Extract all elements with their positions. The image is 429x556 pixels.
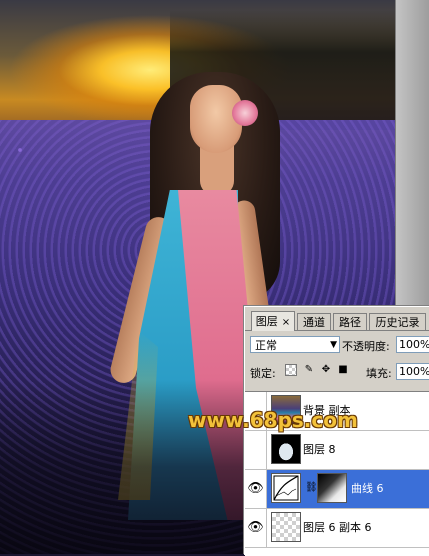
panel-tabs: 图层 × 通道 路径 历史记录 <box>245 311 429 331</box>
blend-mode-select[interactable]: 正常 ▼ <box>250 336 340 353</box>
watermark: www.68ps.com <box>188 408 358 432</box>
move-icon[interactable]: ✥ <box>320 364 332 376</box>
workspace-gray-area <box>396 0 429 305</box>
chevron-down-icon: ▼ <box>330 340 337 350</box>
tab-channels[interactable]: 通道 <box>297 313 331 331</box>
layer-thumbnail <box>271 434 301 464</box>
opacity-input[interactable]: 100% <box>396 336 429 353</box>
blend-mode-value: 正常 <box>255 339 277 352</box>
layer-mask-thumbnail[interactable] <box>317 473 347 503</box>
layer-name: 图层 8 <box>303 443 336 456</box>
layer-row[interactable]: ● 图层 8 <box>245 431 429 470</box>
opacity-label: 不透明度: <box>342 340 390 353</box>
tab-paths[interactable]: 路径 <box>333 313 367 331</box>
hair-flower <box>232 100 258 126</box>
layer-name: 曲线 6 <box>351 482 384 495</box>
tab-layers-label: 图层 <box>255 315 278 328</box>
layer-row-selected[interactable]: 👁 ⛓ 曲线 6 <box>245 470 429 509</box>
tab-layers[interactable]: 图层 × <box>251 311 295 331</box>
fill-label: 填充: <box>366 367 392 380</box>
close-icon[interactable]: × <box>282 317 290 328</box>
eye-icon[interactable]: 👁 <box>245 509 267 547</box>
lock-label: 锁定: <box>250 367 276 380</box>
eye-icon[interactable]: ● <box>245 431 267 469</box>
brush-icon[interactable]: ✎ <box>303 364 315 376</box>
curves-icon <box>273 475 299 501</box>
fill-input[interactable]: 100% <box>396 363 429 380</box>
layer-thumbnail <box>271 512 301 542</box>
layer-name: 图层 6 副本 6 <box>303 521 372 534</box>
workspace-background <box>395 0 429 305</box>
eye-icon[interactable]: 👁 <box>245 470 267 508</box>
chain-link-icon[interactable]: ⛓ <box>305 482 318 493</box>
lock-icon[interactable]: ■ <box>337 364 349 376</box>
curves-thumbnail <box>271 473 301 503</box>
layer-row[interactable]: 👁 图层 6 副本 6 <box>245 509 429 548</box>
tab-history[interactable]: 历史记录 <box>369 313 426 331</box>
checker-icon[interactable] <box>285 364 297 376</box>
